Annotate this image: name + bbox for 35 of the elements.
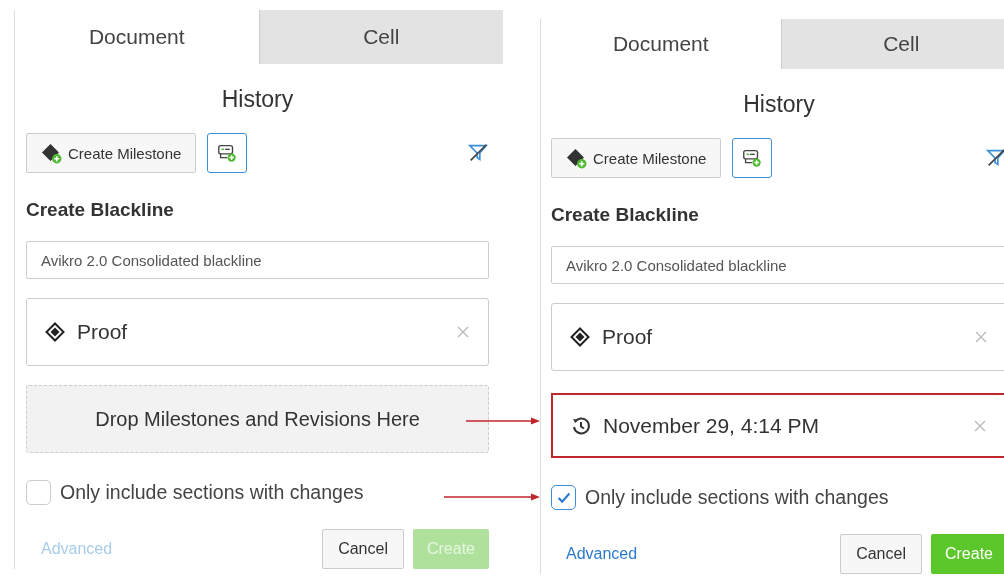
add-blackline-icon-button[interactable]	[732, 138, 773, 178]
section-title: Create Blackline	[551, 204, 700, 226]
cancel-button[interactable]: Cancel	[840, 534, 922, 574]
cancel-button[interactable]: Cancel	[322, 529, 404, 569]
panel-heading: History	[742, 91, 816, 118]
tab[interactable]: Cell	[780, 19, 1004, 69]
drop-zone[interactable]: Drop Milestones and Revisions Here	[26, 385, 489, 453]
diamond-icon	[570, 327, 590, 347]
list-plus-icon	[741, 147, 764, 169]
checkbox-label: Only include sections with changes	[585, 486, 889, 509]
checkbox[interactable]	[551, 485, 576, 510]
create-milestone-button[interactable]: Create Milestone	[26, 133, 197, 173]
advanced-link[interactable]: Advanced	[566, 545, 638, 563]
diamond-plus-icon	[566, 147, 587, 169]
panel-heading: History	[220, 86, 295, 113]
create-milestone-button[interactable]: Create Milestone	[551, 138, 722, 178]
version-label: November 29, 4:14 PM	[603, 413, 819, 438]
checkbox[interactable]	[26, 480, 51, 505]
selected-version-field[interactable]: November 29, 4:14 PM	[551, 393, 1004, 458]
tab[interactable]: Cell	[258, 10, 503, 64]
add-blackline-icon-button[interactable]	[207, 133, 248, 173]
version-label: Proof	[602, 325, 653, 349]
version-label: Proof	[77, 320, 128, 344]
list-plus-icon	[216, 142, 239, 164]
filter-off-icon[interactable]	[985, 147, 1004, 169]
diamond-icon	[45, 322, 65, 342]
blackline-name-field[interactable]: Avikro 2.0 Consolidated blackline	[26, 241, 489, 279]
history-clock-icon	[571, 415, 591, 436]
selected-version-field[interactable]: Proof	[551, 303, 1004, 371]
diamond-plus-icon	[41, 142, 62, 164]
section-title: Create Blackline	[26, 199, 175, 221]
filter-off-icon[interactable]	[467, 142, 489, 164]
selected-version-field[interactable]: Proof	[26, 298, 489, 366]
blackline-name-field[interactable]: Avikro 2.0 Consolidated blackline	[551, 246, 1004, 284]
checkbox-label: Only include sections with changes	[60, 481, 364, 504]
